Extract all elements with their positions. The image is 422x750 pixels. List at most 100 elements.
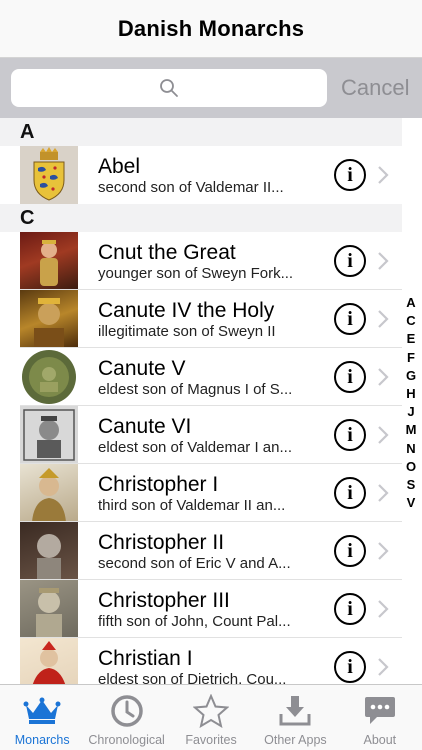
info-icon: i: [347, 482, 353, 504]
index-letter[interactable]: G: [406, 367, 416, 385]
list-item[interactable]: Christopher III fifth son of John, Count…: [0, 580, 402, 638]
cancel-button[interactable]: Cancel: [341, 75, 409, 101]
tab-label: Other Apps: [264, 733, 327, 747]
index-letter[interactable]: M: [406, 421, 417, 439]
info-icon: i: [347, 250, 353, 272]
info-icon: i: [347, 598, 353, 620]
chevron-right-icon: [376, 599, 390, 619]
monarch-name: Abel: [98, 154, 141, 178]
monarch-name: Christopher II: [98, 530, 225, 554]
info-icon: i: [347, 366, 353, 388]
index-letter[interactable]: H: [406, 385, 415, 403]
tab-label: Chronological: [88, 733, 165, 747]
list-item[interactable]: Canute IV the Holy illegitimate son of S…: [0, 290, 402, 348]
tab-favorites[interactable]: Favorites: [169, 685, 253, 750]
search-input[interactable]: [11, 69, 327, 107]
info-icon: i: [347, 164, 353, 186]
crown-icon: [23, 693, 61, 729]
sculpture-thumbnail: [20, 522, 78, 580]
speech-bubble-icon: [363, 693, 397, 729]
tab-monarchs[interactable]: Monarchs: [0, 685, 84, 750]
list-item[interactable]: Christopher II second son of Eric V and …: [0, 522, 402, 580]
info-icon: i: [347, 540, 353, 562]
info-button[interactable]: i: [334, 303, 366, 335]
monarch-name: Cnut the Great: [98, 240, 236, 264]
clock-icon: [110, 693, 144, 729]
chevron-right-icon: [376, 425, 390, 445]
index-letter[interactable]: V: [407, 494, 416, 512]
tab-label: Monarchs: [14, 733, 70, 747]
monarch-name: Christopher I: [98, 472, 219, 496]
list-item[interactable]: Canute VI eldest son of Valdemar I an...…: [0, 406, 402, 464]
coin-thumbnail: [20, 348, 78, 406]
tab-other-apps[interactable]: Other Apps: [253, 685, 337, 750]
monarch-description: eldest son of Magnus I of S...: [98, 380, 293, 398]
info-button[interactable]: i: [334, 159, 366, 191]
search-icon: [160, 79, 178, 97]
star-icon: [193, 693, 230, 729]
info-button[interactable]: i: [334, 419, 366, 451]
chevron-right-icon: [376, 657, 390, 677]
monarch-description: second son of Valdemar II...: [98, 178, 284, 196]
tab-about[interactable]: About: [338, 685, 422, 750]
info-button[interactable]: i: [334, 361, 366, 393]
monarch-description: fifth son of John, Count Pal...: [98, 612, 291, 630]
info-button[interactable]: i: [334, 593, 366, 625]
section-header-c: C: [0, 204, 402, 232]
section-index[interactable]: A C E F G H J M N O S V: [404, 294, 418, 512]
index-letter[interactable]: J: [407, 403, 414, 421]
list-item[interactable]: Christian I eldest son of Dietrich, Cou.…: [0, 638, 402, 684]
chevron-right-icon: [376, 483, 390, 503]
tab-chronological[interactable]: Chronological: [84, 685, 168, 750]
info-icon: i: [347, 424, 353, 446]
portrait-thumbnail: [20, 232, 78, 290]
info-button[interactable]: i: [334, 477, 366, 509]
chevron-right-icon: [376, 165, 390, 185]
monarch-description: eldest son of Valdemar I an...: [98, 438, 292, 456]
info-button[interactable]: i: [334, 651, 366, 683]
index-letter[interactable]: C: [406, 312, 415, 330]
engraving-thumbnail: [20, 406, 78, 464]
index-letter[interactable]: E: [407, 330, 416, 348]
monarch-name: Christian I: [98, 646, 193, 670]
tab-label: About: [363, 733, 397, 747]
tab-label: Favorites: [185, 733, 237, 747]
monarch-description: illegitimate son of Sweyn II: [98, 322, 276, 340]
monarch-description: third son of Valdemar II an...: [98, 496, 286, 514]
monarch-name: Christopher III: [98, 588, 230, 612]
monarch-description: eldest son of Dietrich, Cou...: [98, 670, 287, 685]
index-letter[interactable]: O: [406, 458, 416, 476]
section-header-a: A: [0, 118, 402, 146]
monarch-name: Canute V: [98, 356, 186, 380]
navigation-bar: Danish Monarchs: [0, 0, 422, 58]
chevron-right-icon: [376, 367, 390, 387]
monarch-name: Canute VI: [98, 414, 192, 438]
chevron-right-icon: [376, 309, 390, 329]
info-icon: i: [347, 308, 353, 330]
list-item[interactable]: Canute V eldest son of Magnus I of S... …: [0, 348, 402, 406]
list-item[interactable]: Christopher I third son of Valdemar II a…: [0, 464, 402, 522]
index-letter[interactable]: F: [407, 349, 415, 367]
chevron-right-icon: [376, 541, 390, 561]
download-icon: [278, 693, 312, 729]
info-button[interactable]: i: [334, 245, 366, 277]
index-letter[interactable]: S: [407, 476, 416, 494]
search-bar: Cancel: [0, 58, 422, 118]
index-letter[interactable]: A: [406, 294, 415, 312]
monarch-list[interactable]: A Abel second son of Valdemar II... i C …: [0, 118, 402, 684]
portrait-thumbnail: [20, 290, 78, 348]
coat-of-arms-thumbnail: [20, 146, 78, 204]
tab-bar: Monarchs Chronological Favorites Other A…: [0, 684, 422, 750]
info-icon: i: [347, 656, 353, 678]
portrait-thumbnail: [20, 464, 78, 522]
list-item[interactable]: Cnut the Great younger son of Sweyn Fork…: [0, 232, 402, 290]
list-item[interactable]: Abel second son of Valdemar II... i: [0, 146, 402, 204]
sculpture-thumbnail: [20, 580, 78, 638]
chevron-right-icon: [376, 251, 390, 271]
monarch-name: Canute IV the Holy: [98, 298, 275, 322]
monarch-description: second son of Eric V and A...: [98, 554, 291, 572]
info-button[interactable]: i: [334, 535, 366, 567]
monarch-description: younger son of Sweyn Fork...: [98, 264, 294, 282]
index-letter[interactable]: N: [406, 440, 415, 458]
page-title: Danish Monarchs: [117, 15, 305, 41]
